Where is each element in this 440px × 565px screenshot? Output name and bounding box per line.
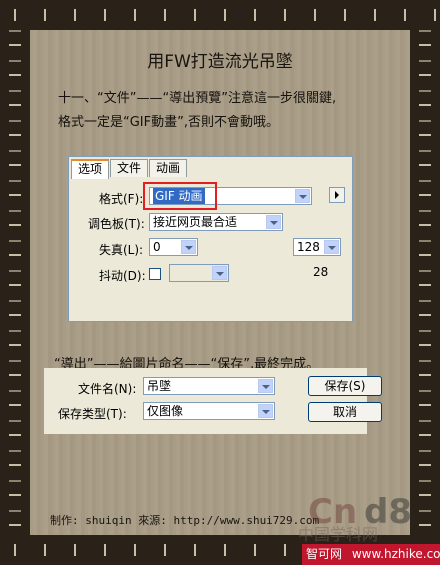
color-count: 28	[313, 265, 329, 279]
dither-amount-select[interactable]	[169, 264, 229, 282]
watermark-ghost-text: 中国学科网	[298, 525, 379, 544]
filetype-label: 保存类型(T):	[58, 407, 127, 421]
left-border	[0, 0, 30, 565]
format-label: 格式(F):	[99, 192, 144, 206]
dither-checkbox[interactable]	[149, 268, 161, 280]
tab-bar: 选项 文件 动画	[71, 159, 188, 179]
loss-input[interactable]: 0	[149, 238, 198, 256]
right-border-pattern	[419, 0, 431, 565]
tab-file[interactable]: 文件	[110, 159, 149, 177]
step1-line1: 十一、“文件”——“導出預覽”注意這一步很關鍵,	[58, 91, 337, 106]
filename-label: 文件名(N):	[78, 382, 137, 396]
chevron-down-icon[interactable]	[324, 240, 339, 254]
save-button[interactable]: 保存(S)	[308, 376, 382, 396]
loss-label: 失真(L):	[99, 243, 144, 257]
chevron-down-icon[interactable]	[266, 215, 281, 229]
save-dialog: 文件名(N): 吊墜 保存类型(T): 仅图像 保存(S) 取消	[44, 368, 382, 434]
page-title: 用FW打造流光吊墜	[147, 52, 293, 72]
export-options-dialog: 选项 文件 动画 格式(F): GIF 动画 调色板(T): 接近网页最合适 失…	[68, 156, 353, 322]
top-border	[0, 0, 440, 30]
watermark-site-bar: 智可网 www.hzhike.com	[302, 544, 440, 565]
step1-line2: 格式一定是“GIF動畫”,否則不會動哦。	[58, 115, 279, 130]
right-border	[410, 0, 440, 565]
tab-animation[interactable]: 动画	[149, 159, 188, 177]
cancel-button[interactable]: 取消	[308, 402, 382, 422]
chevron-down-icon[interactable]	[258, 379, 273, 393]
palette-label: 调色板(T):	[88, 217, 145, 231]
credits: 制作: shuiqin 來源: http://www.shui729.com	[50, 514, 320, 527]
chevron-down-icon[interactable]	[212, 266, 227, 280]
filetype-select[interactable]: 仅图像	[143, 402, 275, 420]
filename-input[interactable]: 吊墜	[143, 377, 275, 395]
page: 用FW打造流光吊墜 十一、“文件”——“導出預覽”注意這一步很關鍵, 格式一定是…	[0, 0, 440, 565]
colors-select[interactable]: 128	[293, 238, 341, 256]
chevron-down-icon[interactable]	[295, 189, 310, 203]
watermark-site-name: 智可网	[306, 547, 343, 561]
palette-select[interactable]: 接近网页最合适	[149, 213, 283, 231]
filename-value: 吊墜	[147, 379, 172, 393]
chevron-down-icon[interactable]	[258, 404, 273, 418]
left-border-pattern	[9, 0, 21, 565]
watermark-site-url: www.hzhike.com	[351, 547, 440, 561]
colors-value: 128	[297, 240, 320, 254]
options-menu-arrow-icon[interactable]	[329, 187, 345, 203]
chevron-down-icon[interactable]	[181, 240, 196, 254]
top-border-pattern	[0, 9, 440, 21]
dither-label: 抖动(D):	[99, 269, 146, 283]
loss-value: 0	[153, 240, 161, 254]
filetype-value: 仅图像	[147, 404, 184, 418]
palette-value: 接近网页最合适	[153, 215, 238, 229]
highlight-box	[143, 182, 217, 210]
tab-options[interactable]: 选项	[71, 159, 110, 179]
